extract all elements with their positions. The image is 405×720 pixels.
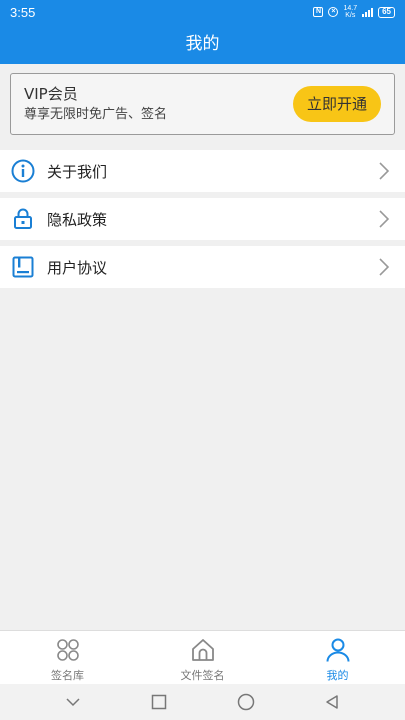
home-circle-icon[interactable] [236, 692, 256, 712]
net-speed: 14.7 K/s [343, 5, 358, 19]
status-icons: N × 14.7 K/s 65 [313, 5, 395, 19]
vip-text: VIP会员 尊享无限时免广告、签名 [24, 84, 293, 124]
menu-item-label: 用户协议 [47, 258, 108, 277]
grid-icon [56, 639, 79, 661]
vibrate-icon: × [328, 7, 339, 17]
menu-item-about[interactable]: 关于我们 [0, 150, 405, 192]
back-triangle-icon[interactable] [322, 692, 342, 712]
status-time: 3:55 [10, 4, 36, 20]
page-title: 我的 [0, 24, 405, 64]
vip-subtitle: 尊享无限时免广告、签名 [24, 107, 168, 122]
chevron-right-icon [379, 162, 390, 180]
status-bar: 3:55 N × 14.7 K/s 65 [0, 0, 405, 24]
system-nav-bar [0, 684, 405, 720]
lock-icon [11, 207, 35, 231]
menu-item-agreement[interactable]: 用户协议 [0, 246, 405, 288]
nfc-icon: N [313, 7, 324, 17]
menu-item-label: 关于我们 [47, 162, 108, 181]
chevron-right-icon [379, 210, 390, 228]
chevron-right-icon [379, 258, 390, 276]
recents-square-icon[interactable] [149, 692, 169, 712]
vip-card: VIP会员 尊享无限时免广告、签名 立即开通 [10, 73, 395, 135]
nav-tab-file-sign[interactable]: 文件签名 [135, 631, 270, 684]
document-icon [11, 255, 35, 279]
person-icon [326, 638, 349, 662]
nav-label: 我的 [326, 669, 349, 682]
nav-tab-mine[interactable]: 我的 [270, 631, 405, 684]
signal-icon [362, 7, 374, 17]
home-icon [191, 639, 214, 661]
chevron-down-icon[interactable] [63, 692, 83, 712]
vip-title: VIP会员 [24, 85, 78, 103]
info-icon [11, 159, 35, 183]
nav-label: 文件签名 [180, 669, 225, 682]
bottom-nav: 签名库 文件签名 我的 [0, 630, 405, 684]
nav-tab-signature-library[interactable]: 签名库 [0, 631, 135, 684]
nav-label: 签名库 [51, 669, 84, 682]
battery-icon: 65 [378, 6, 395, 18]
menu-item-privacy[interactable]: 隐私政策 [0, 198, 405, 240]
menu-item-label: 隐私政策 [47, 210, 108, 229]
vip-open-button[interactable]: 立即开通 [293, 86, 381, 122]
